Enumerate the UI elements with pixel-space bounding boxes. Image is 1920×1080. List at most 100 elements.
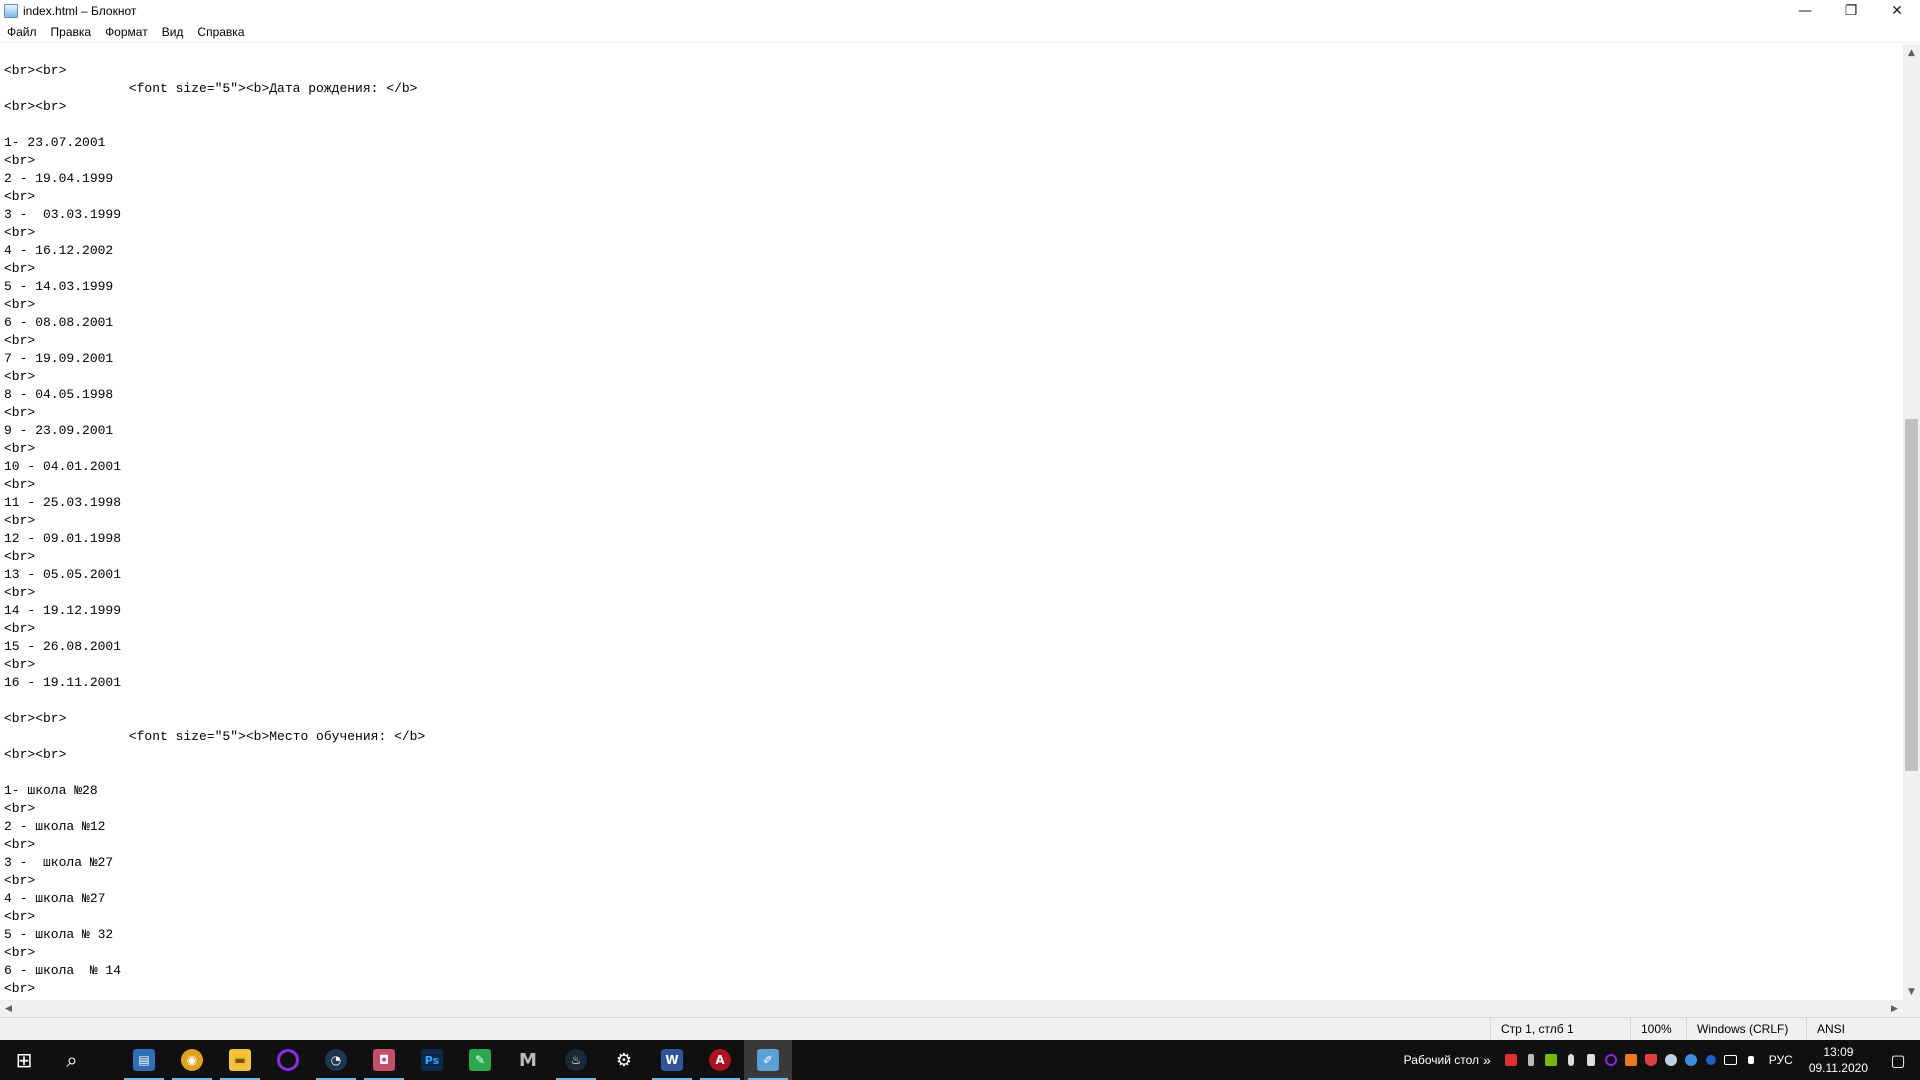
taskbar-game-app[interactable]: ◘ — [360, 1040, 408, 1080]
editor-line[interactable]: <br><br> — [4, 98, 1903, 116]
taskbar-network-app[interactable]: ▤ — [120, 1040, 168, 1080]
notification-button[interactable]: ▢ — [1876, 1040, 1920, 1080]
tray-mic-icon[interactable] — [1561, 1040, 1581, 1080]
tray-red-icon[interactable] — [1501, 1040, 1521, 1080]
taskbar-m-app[interactable]: M — [504, 1040, 552, 1080]
editor-line[interactable]: <br> — [4, 476, 1903, 494]
editor-line[interactable]: 4 - 16.12.2002 — [4, 242, 1903, 260]
tray-nvidia-icon[interactable] — [1541, 1040, 1561, 1080]
editor-line[interactable]: 3 - 03.03.1999 — [4, 206, 1903, 224]
taskbar-chrome[interactable]: ◉ — [168, 1040, 216, 1080]
editor-line[interactable]: <br> — [4, 512, 1903, 530]
menu-format[interactable]: Формат — [98, 25, 155, 39]
close-button[interactable]: ✕ — [1874, 0, 1920, 22]
editor-line[interactable]: 15 - 26.08.2001 — [4, 638, 1903, 656]
editor-line[interactable]: <br> — [4, 548, 1903, 566]
menu-edit[interactable]: Правка — [44, 25, 99, 39]
editor-line[interactable]: 12 - 09.01.1998 — [4, 530, 1903, 548]
taskbar-word[interactable]: W — [648, 1040, 696, 1080]
editor-line[interactable]: <br> — [4, 296, 1903, 314]
editor-line[interactable]: <br> — [4, 152, 1903, 170]
taskbar-headset-app[interactable]: ◔ — [312, 1040, 360, 1080]
editor-line[interactable]: 1- 23.07.2001 — [4, 134, 1903, 152]
scroll-right-button[interactable]: ▶ — [1886, 1000, 1903, 1017]
editor-line[interactable]: 13 - 05.05.2001 — [4, 566, 1903, 584]
editor-line[interactable]: 6 - школа № 14 — [4, 962, 1903, 980]
editor-line[interactable] — [4, 692, 1903, 710]
chevron-icon[interactable]: » — [1483, 1052, 1501, 1068]
tray-blue2-icon[interactable] — [1701, 1040, 1721, 1080]
vertical-scroll-thumb[interactable] — [1905, 419, 1918, 771]
volume-icon[interactable] — [1741, 1040, 1761, 1080]
horizontal-scrollbar[interactable]: ◀ ▶ — [0, 1000, 1903, 1017]
editor-line[interactable]: 3 - школа №27 — [4, 854, 1903, 872]
clock[interactable]: 13:09 09.11.2020 — [1801, 1044, 1876, 1076]
tray-shield-icon[interactable] — [1641, 1040, 1661, 1080]
text-editor[interactable]: <br><br> <font size="5"><b>Дата рождения… — [0, 44, 1903, 1000]
taskbar-red-app[interactable]: A — [696, 1040, 744, 1080]
editor-line[interactable]: <br> — [4, 404, 1903, 422]
editor-line[interactable]: <font size="5"><b>Место обучения: </b> — [4, 728, 1903, 746]
editor-line[interactable]: 4 - школа №27 — [4, 890, 1903, 908]
editor-line[interactable]: <br> — [4, 800, 1903, 818]
menu-file[interactable]: Файл — [0, 25, 44, 39]
taskbar-cortana[interactable]: ◯ — [264, 1040, 312, 1080]
editor-line[interactable]: 2 - школа №12 — [4, 818, 1903, 836]
editor-line[interactable]: 14 - 19.12.1999 — [4, 602, 1903, 620]
taskbar-green-app[interactable]: ✎ — [456, 1040, 504, 1080]
scroll-down-button[interactable]: ▼ — [1903, 983, 1920, 1000]
editor-line[interactable]: 2 - 19.04.1999 — [4, 170, 1903, 188]
minimize-button[interactable]: — — [1782, 0, 1828, 22]
editor-line[interactable]: <br><br> — [4, 710, 1903, 728]
tray-steam-icon[interactable] — [1661, 1040, 1681, 1080]
editor-line[interactable]: <br><br> — [4, 746, 1903, 764]
editor-line[interactable]: <br> — [4, 908, 1903, 926]
start-button[interactable]: ⊞ — [0, 1040, 48, 1080]
menu-view[interactable]: Вид — [155, 25, 191, 39]
editor-line[interactable]: <br> — [4, 260, 1903, 278]
editor-content[interactable]: <br><br> <font size="5"><b>Дата рождения… — [0, 44, 1903, 998]
editor-line[interactable]: 16 - 19.11.2001 — [4, 674, 1903, 692]
editor-line[interactable]: <br> — [4, 332, 1903, 350]
editor-line[interactable]: 11 - 25.03.1998 — [4, 494, 1903, 512]
editor-line[interactable]: <br> — [4, 872, 1903, 890]
search-button[interactable]: ⌕ — [48, 1040, 96, 1080]
tray-cortana-icon[interactable] — [1601, 1040, 1621, 1080]
taskbar-explorer[interactable]: ▬ — [216, 1040, 264, 1080]
editor-line[interactable]: <br> — [4, 620, 1903, 638]
network-icon[interactable] — [1721, 1040, 1741, 1080]
vertical-scrollbar[interactable]: ▲ ▼ — [1903, 44, 1920, 1000]
editor-line[interactable]: 9 - 23.09.2001 — [4, 422, 1903, 440]
editor-line[interactable]: 5 - 14.03.1999 — [4, 278, 1903, 296]
editor-line[interactable]: 8 - 04.05.1998 — [4, 386, 1903, 404]
desktop-toolbar-label[interactable]: Рабочий стол — [1404, 1053, 1483, 1067]
editor-line[interactable]: <font size="5"><b>Дата рождения: </b> — [4, 80, 1903, 98]
editor-line[interactable]: <br> — [4, 368, 1903, 386]
editor-line[interactable]: <br> — [4, 584, 1903, 602]
menu-help[interactable]: Справка — [190, 25, 251, 39]
taskbar-steam[interactable]: ♨ — [552, 1040, 600, 1080]
editor-line[interactable]: <br> — [4, 188, 1903, 206]
scroll-left-button[interactable]: ◀ — [0, 1000, 17, 1017]
editor-line[interactable]: <br> — [4, 944, 1903, 962]
editor-line[interactable]: 7 - 19.09.2001 — [4, 350, 1903, 368]
tray-orange-icon[interactable] — [1621, 1040, 1641, 1080]
language-indicator[interactable]: РУС — [1761, 1053, 1801, 1067]
editor-line[interactable]: 1- школа №28 — [4, 782, 1903, 800]
editor-line[interactable] — [4, 764, 1903, 782]
editor-line[interactable]: <br><br> — [4, 62, 1903, 80]
editor-line[interactable]: <br> — [4, 656, 1903, 674]
editor-line[interactable]: 5 - школа № 32 — [4, 926, 1903, 944]
editor-line[interactable] — [4, 116, 1903, 134]
tray-mic-off-icon[interactable] — [1521, 1040, 1541, 1080]
taskbar-notepad[interactable]: ✐ — [744, 1040, 792, 1080]
editor-line[interactable]: <br> — [4, 224, 1903, 242]
editor-line[interactable]: 10 - 04.01.2001 — [4, 458, 1903, 476]
tray-blue-icon[interactable] — [1681, 1040, 1701, 1080]
editor-line[interactable]: <br> — [4, 980, 1903, 998]
restore-button[interactable]: ❐ — [1828, 0, 1874, 22]
editor-line[interactable]: 6 - 08.08.2001 — [4, 314, 1903, 332]
tray-amd-icon[interactable] — [1581, 1040, 1601, 1080]
scroll-up-button[interactable]: ▲ — [1903, 44, 1920, 61]
editor-line[interactable]: <br> — [4, 440, 1903, 458]
